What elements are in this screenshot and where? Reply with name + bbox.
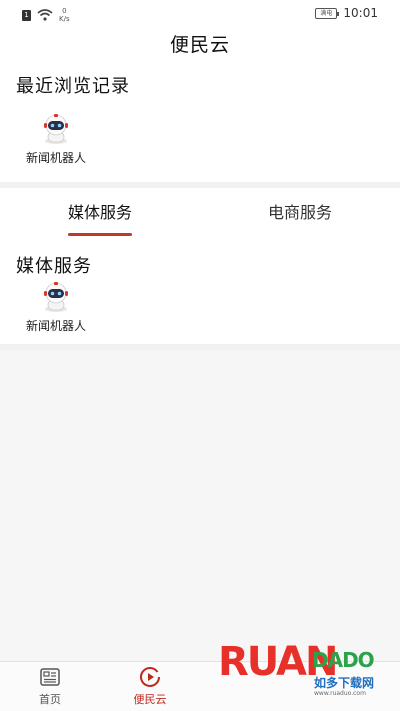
section-divider [0,182,400,188]
service-item-news-robot[interactable]: 新闻机器人 [14,280,98,340]
nav-label-convenience-cloud: 便民云 [133,693,167,706]
watermark-url: www.ruaduo.com [314,690,366,697]
status-right: 满电 10:01 [315,6,378,20]
battery-label: 满电 [320,9,333,17]
recent-history-section: 最近浏览记录 新闻机器人 [0,64,400,182]
network-speed: 0 K/s [59,7,70,23]
clock: 10:01 [343,6,378,20]
nav-item-home[interactable]: 首页 [10,666,90,710]
active-tab-indicator [68,233,132,236]
service-tabs: 媒体服务 电商服务 [0,190,400,240]
watermark-logo: RUAN DADO 如多下载网 www.ruaduo.com [218,640,388,706]
recent-item-news-robot[interactable]: 新闻机器人 [14,112,98,172]
status-left: 1 0 K/s [22,7,70,23]
media-services-heading: 媒体服务 [16,256,92,277]
newspaper-icon [40,668,60,686]
recent-item-label: 新闻机器人 [25,151,86,165]
page-title: 便民云 [169,34,230,56]
watermark-brand-alt: DADO [312,648,375,672]
wifi-icon [37,9,53,21]
watermark-tagline: 如多下载网 [314,676,375,690]
robot-icon [44,114,68,144]
battery-icon: 满电 [315,7,340,19]
sim-icon: 1 [22,9,31,21]
network-speed-value: 0 [62,7,67,15]
service-item-label: 新闻机器人 [25,319,86,333]
title-bar: 便民云 [0,28,400,62]
tab-ecommerce-services[interactable]: 电商服务 [200,190,400,240]
network-speed-unit: K/s [59,15,70,23]
play-circle-icon [140,667,160,687]
status-bar: 1 0 K/s 满电 10:01 [0,0,400,26]
app-screen: 1 0 K/s 满电 10:01 便民云 最近浏览记录 新闻机器人 媒体服务 电… [0,0,400,711]
nav-label-home: 首页 [39,693,61,706]
empty-content-area [0,350,400,661]
media-services-section: 媒体服务 新闻机器人 [0,244,400,344]
recent-history-heading: 最近浏览记录 [16,76,130,97]
robot-icon [44,282,68,312]
nav-item-convenience-cloud[interactable]: 便民云 [110,666,190,710]
